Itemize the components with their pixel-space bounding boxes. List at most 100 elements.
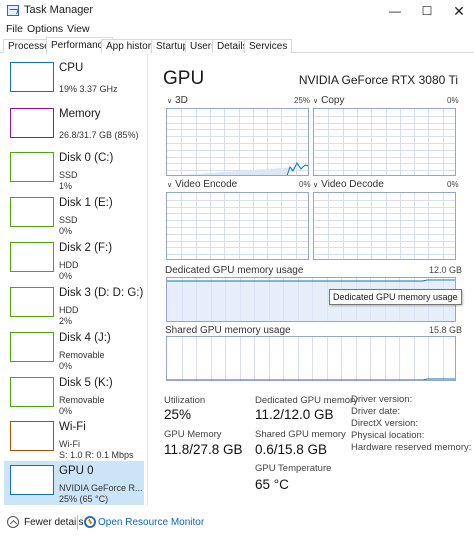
menu-options[interactable]: Options — [27, 23, 63, 35]
graph-3d-line — [181, 162, 308, 175]
page-title: GPU — [163, 68, 205, 89]
sidebar-item-label: Disk 5 (K:) — [59, 377, 113, 389]
graph-copy-svg — [314, 109, 455, 175]
graph-video-encode-label: Video Encode — [175, 179, 238, 190]
gpu-memory-value: 11.8/27.8 GB — [164, 442, 243, 457]
dedicated-memory-label: Dedicated GPU memory usage — [165, 265, 304, 276]
dedicated-gpu-memory-label: Dedicated GPU memory — [255, 395, 358, 406]
resource-monitor-icon[interactable] — [84, 516, 96, 528]
shared-gpu-memory-value: 0.6/15.8 GB — [255, 442, 328, 457]
graph-3d-selector[interactable]: ∨ 3D — [167, 95, 188, 106]
utilization-value: 25% — [164, 407, 192, 422]
sidebar-item-gpu-0[interactable]: GPU 0 NVIDIA GeForce R... 25% (65 °C) — [4, 461, 144, 505]
sidebar-item-label: Memory — [59, 108, 101, 120]
sidebar-item-detail: 0% — [59, 226, 73, 236]
sidebar-item-detail: 0% — [59, 361, 73, 371]
graph-copy-pct: 0% — [447, 96, 459, 105]
sidebar-item-label: GPU 0 — [59, 465, 94, 477]
tab-bar: Processes Performance App history Startu… — [0, 37, 474, 54]
sidebar-thumbnail — [10, 377, 54, 407]
gpu-model: NVIDIA GeForce RTX 3080 Ti — [298, 73, 458, 87]
sidebar-item-disk-5-k[interactable]: Disk 5 (K:) Removable 0% — [4, 373, 144, 417]
graph-video-decode — [313, 192, 456, 260]
sidebar-thumbnail — [10, 62, 54, 92]
sidebar-item-disk-0-c[interactable]: Disk 0 (C:) SSD 1% — [4, 148, 144, 192]
sidebar-item-label: Disk 4 (J:) — [59, 332, 111, 344]
sidebar-thumbnail — [10, 242, 54, 272]
dedicated-gpu-memory-value: 11.2/12.0 GB — [255, 407, 334, 422]
sidebar-item-detail: NVIDIA GeForce R... — [59, 483, 143, 493]
sidebar-item-detail: 1% — [59, 181, 73, 191]
physical-location-label: Physical location: — [351, 430, 425, 441]
sidebar-item-cpu[interactable]: CPU 19% 3.37 GHz — [4, 58, 144, 102]
shared-memory-svg — [167, 337, 455, 380]
minimize-button[interactable]: — — [380, 0, 410, 22]
memory-line — [167, 378, 455, 380]
gpu-detail-panel: GPU NVIDIA GeForce RTX 3080 Ti ∨ 3D 25% ∨… — [149, 54, 474, 506]
shared-memory-max: 15.8 GB — [429, 325, 463, 335]
close-button[interactable]: ✕ — [444, 0, 474, 22]
sidebar-item-detail: Removable — [59, 350, 105, 360]
sidebar-item-detail: 26.8/31.7 GB (85%) — [59, 130, 139, 140]
tab-services[interactable]: Services — [244, 39, 293, 53]
graph-video-decode-selector[interactable]: ∨ Video Decode — [313, 179, 384, 190]
open-resource-monitor-link[interactable]: Open Resource Monitor — [98, 517, 204, 528]
menu-view[interactable]: View — [67, 23, 90, 35]
sidebar-item-detail: 0% — [59, 406, 73, 416]
graph-3d-pct: 25% — [294, 96, 311, 105]
footer: Fewer details Open Resource Monitor — [0, 506, 474, 540]
sidebar-item-label: Disk 3 (D: D: G:) — [59, 287, 144, 299]
sidebar-thumbnail — [10, 421, 54, 451]
graph-3d-svg — [167, 109, 308, 175]
sidebar-item-label: CPU — [59, 62, 84, 74]
footer-divider — [77, 515, 78, 529]
graph-video-encode-selector[interactable]: ∨ Video Encode — [167, 179, 237, 190]
graph-video-encode-svg — [167, 193, 308, 259]
sidebar-item-detail: HDD — [59, 260, 79, 270]
sidebar-item-disk-2-f[interactable]: Disk 2 (F:) HDD 0% — [4, 238, 144, 282]
graph-copy — [313, 108, 456, 176]
fewer-details-button[interactable]: Fewer details — [24, 517, 83, 528]
sidebar-thumbnail — [10, 332, 54, 362]
menu-file[interactable]: File — [6, 23, 23, 35]
sidebar-item-detail: 25% (65 °C) — [59, 494, 109, 504]
sidebar-item-disk-3-d-d-g[interactable]: Disk 3 (D: D: G:) HDD 2% — [4, 283, 144, 327]
sidebar-item-detail: Removable — [59, 395, 105, 405]
gpu-temperature-value: 65 °C — [255, 477, 289, 492]
hardware-reserved-memory-label: Hardware reserved memory: — [351, 442, 472, 453]
graph-video-encode — [166, 192, 309, 260]
graph-video-encode-pct: 0% — [299, 180, 311, 189]
sidebar-item-label: Disk 2 (F:) — [59, 242, 113, 254]
task-manager-icon — [7, 5, 19, 16]
graph-copy-selector[interactable]: ∨ Copy — [313, 95, 344, 106]
memory-line — [167, 279, 455, 282]
maximize-button[interactable]: ☐ — [412, 0, 442, 22]
sidebar-thumbnail — [10, 108, 54, 138]
sidebar-item-memory[interactable]: Memory 26.8/31.7 GB (85%) — [4, 104, 144, 148]
shared-memory-label: Shared GPU memory usage — [165, 325, 291, 336]
title-bar: Task Manager — ☐ ✕ — [0, 0, 474, 22]
performance-sidebar: CPU 19% 3.37 GHz Memory 26.8/31.7 GB (85%) D… — [0, 54, 148, 506]
driver-version-label: Driver version: — [351, 394, 413, 405]
sidebar-item-detail: S: 1.0 R: 0.1 Mbps — [59, 450, 134, 460]
directx-version-label: DirectX version: — [351, 418, 419, 429]
sidebar-item-detail: 19% 3.37 GHz — [59, 84, 118, 94]
shared-gpu-memory-label: Shared GPU memory — [255, 429, 346, 440]
sidebar-thumbnail — [10, 152, 54, 182]
sidebar-item-disk-1-e[interactable]: Disk 1 (E:) SSD 0% — [4, 193, 144, 237]
sidebar-item-label: Wi-Fi — [59, 421, 86, 433]
sidebar-thumbnail — [10, 197, 54, 227]
sidebar-item-detail: SSD — [59, 170, 78, 180]
window-title: Task Manager — [24, 4, 94, 16]
sidebar-item-label: Disk 0 (C:) — [59, 152, 114, 164]
sidebar-item-wi-fi[interactable]: Wi-Fi Wi-Fi S: 1.0 R: 0.1 Mbps — [4, 417, 144, 461]
gpu-temperature-label: GPU Temperature — [255, 463, 332, 474]
tooltip: Dedicated GPU memory usage — [329, 289, 462, 305]
shared-memory-graph — [166, 336, 456, 381]
utilization-label: Utilization — [164, 395, 206, 406]
sidebar-item-label: Disk 1 (E:) — [59, 197, 113, 209]
sidebar-item-disk-4-j[interactable]: Disk 4 (J:) Removable 0% — [4, 328, 144, 372]
graph-video-decode-pct: 0% — [447, 180, 459, 189]
gpu-memory-label: GPU Memory — [164, 429, 222, 440]
chevron-up-icon[interactable] — [7, 516, 19, 528]
